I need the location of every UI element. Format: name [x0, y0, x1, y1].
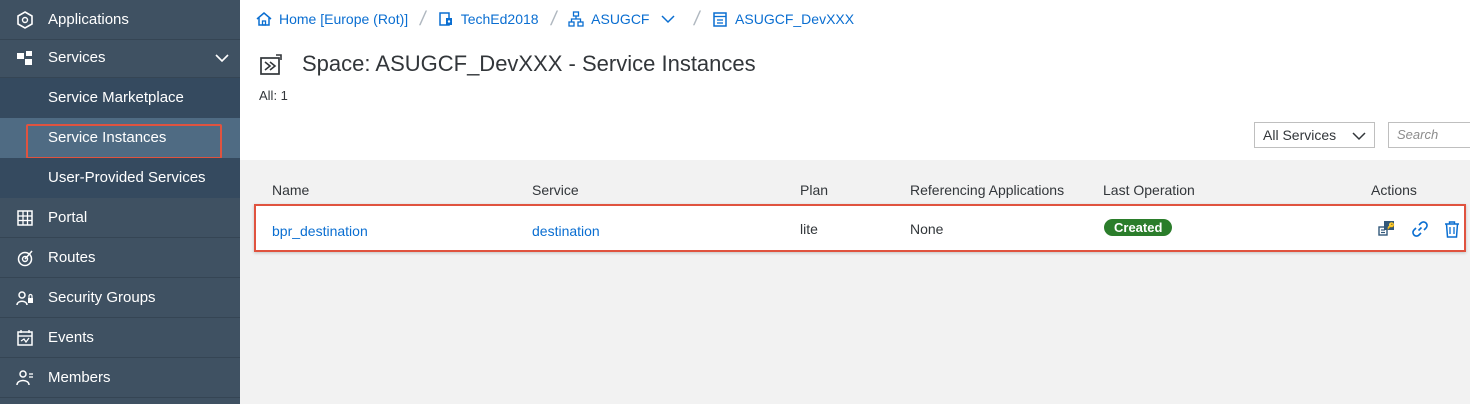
- portal-icon: [17, 210, 33, 226]
- highlight-box: [26, 124, 222, 159]
- sidebar-item-portal[interactable]: Portal: [0, 198, 240, 238]
- table-row[interactable]: bpr_destination destination lite None Cr…: [254, 204, 1466, 252]
- subaccount-icon: [438, 12, 452, 26]
- sidebar-item-events[interactable]: Events: [0, 318, 240, 358]
- members-icon: [16, 370, 33, 386]
- applications-icon: [17, 11, 33, 29]
- breadcrumb-separator: /: [548, 7, 559, 30]
- breadcrumb-subaccount[interactable]: TechEd2018: [438, 11, 539, 27]
- events-icon: [17, 330, 33, 346]
- service-filter-value: All Services: [1263, 127, 1337, 143]
- column-header-service[interactable]: Service: [532, 182, 579, 198]
- sidebar-item-routes[interactable]: Routes: [0, 238, 240, 278]
- security-groups-icon: [16, 291, 33, 306]
- instance-name-link[interactable]: bpr_destination: [272, 223, 368, 239]
- column-header-referencing-applications[interactable]: Referencing Applications: [910, 182, 1064, 198]
- sidebar-item-label: Portal: [48, 209, 88, 226]
- breadcrumb: Home [Europe (Rot)] / TechEd2018 / ASUGC…: [256, 8, 854, 30]
- sidebar-item-label: Members: [48, 369, 111, 386]
- sidebar-item-label: Routes: [48, 249, 96, 266]
- bind-link-icon[interactable]: [1411, 220, 1429, 238]
- instance-count: All: 1: [259, 88, 288, 103]
- services-icon: [17, 51, 32, 65]
- routes-icon: [17, 250, 33, 267]
- sidebar-item-service-marketplace[interactable]: Service Marketplace: [0, 78, 240, 118]
- sidebar-item-user-provided-services[interactable]: User-Provided Services: [0, 158, 240, 198]
- breadcrumb-org[interactable]: ASUGCF: [568, 11, 682, 27]
- search-input[interactable]: Search: [1388, 122, 1470, 148]
- column-header-last-operation[interactable]: Last Operation: [1103, 182, 1195, 198]
- chevron-down-icon: [1352, 132, 1366, 141]
- referencing-applications-value: None: [910, 221, 944, 237]
- breadcrumb-home[interactable]: Home [Europe (Rot)]: [256, 11, 408, 27]
- org-hierarchy-icon: [568, 11, 584, 27]
- breadcrumb-separator: /: [418, 7, 428, 30]
- sidebar-item-label: Service Marketplace: [48, 89, 184, 106]
- plan-value: lite: [800, 221, 818, 237]
- space-icon: [713, 12, 727, 27]
- page-title: Space: ASUGCF_DevXXX - Service Instances: [302, 51, 756, 76]
- sidebar-item-label: Services: [48, 49, 106, 66]
- sidebar-item-label: Security Groups: [48, 289, 156, 306]
- service-instances-icon: [260, 54, 282, 75]
- sidebar-item-label: User-Provided Services: [48, 169, 206, 186]
- home-icon: [256, 12, 272, 26]
- sidebar-item-label: Applications: [48, 11, 129, 28]
- service-keys-icon[interactable]: 🔑: [1378, 220, 1396, 238]
- delete-icon[interactable]: [1443, 220, 1461, 238]
- sidebar-item-applications[interactable]: Applications: [0, 0, 240, 40]
- service-name-link[interactable]: destination: [532, 223, 600, 239]
- service-filter-select[interactable]: All Services: [1254, 122, 1375, 148]
- chevron-down-icon[interactable]: [661, 12, 676, 26]
- column-header-actions: Actions: [1371, 182, 1417, 198]
- column-header-plan[interactable]: Plan: [800, 182, 828, 198]
- sidebar-item-security-groups[interactable]: Security Groups: [0, 278, 240, 318]
- breadcrumb-org-label: ASUGCF: [591, 11, 650, 27]
- breadcrumb-home-label: Home [Europe (Rot)]: [279, 11, 409, 27]
- sidebar-item-label: Events: [48, 329, 94, 346]
- sidebar-item-services[interactable]: Services: [0, 38, 240, 78]
- sidebar-item-members[interactable]: Members: [0, 358, 240, 398]
- chevron-down-icon[interactable]: [214, 50, 230, 66]
- breadcrumb-separator: /: [692, 7, 703, 30]
- column-header-name[interactable]: Name: [272, 182, 309, 198]
- sidebar: Applications Services Service Marketplac…: [0, 0, 240, 404]
- breadcrumb-subaccount-label: TechEd2018: [460, 11, 539, 27]
- breadcrumb-space[interactable]: ASUGCF_DevXXX: [712, 11, 854, 27]
- table-header: Name Service Plan Referencing Applicatio…: [254, 176, 1470, 204]
- status-badge: Created: [1104, 219, 1173, 236]
- breadcrumb-space-label: ASUGCF_DevXXX: [735, 11, 855, 27]
